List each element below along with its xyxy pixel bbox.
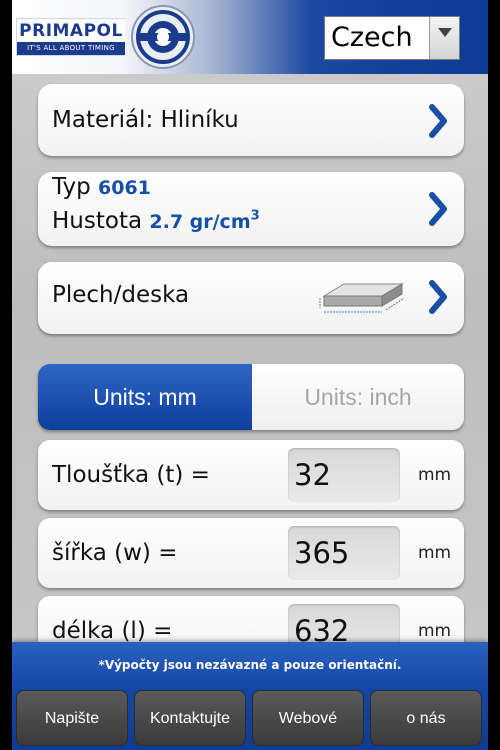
footer-bar: *Výpočty jsou nezávazné a pouze orientač… <box>12 642 488 750</box>
thickness-row: Tloušťka (t) = 32 mm <box>38 440 464 510</box>
density-value: 2.7 gr/cm <box>149 211 251 233</box>
alloy-type-row[interactable]: Typ 6061 Hustota 2.7 gr/cm3 <box>38 172 464 246</box>
width-input[interactable]: 365 <box>288 526 400 580</box>
primapol-logo: PRIMAPOL IT'S ALL ABOUT TIMING <box>16 18 125 56</box>
type-value: 6061 <box>98 177 151 199</box>
shape-label: Plech/deska <box>52 282 190 308</box>
width-label: šířka (w) = <box>52 540 178 566</box>
logo-tagline: IT'S ALL ABOUT TIMING <box>17 42 125 55</box>
units-mm-tab[interactable]: Units: mm <box>38 364 252 430</box>
width-row: šířka (w) = 365 mm <box>38 518 464 588</box>
chevron-right-icon <box>429 280 447 314</box>
material-label: Materiál: Hliníku <box>52 107 239 133</box>
chevron-down-icon <box>437 28 452 37</box>
about-button[interactable]: o nás <box>370 690 482 746</box>
chevron-right-icon <box>429 104 447 138</box>
language-select[interactable]: Czech <box>324 16 460 60</box>
shape-selector-row[interactable]: Plech/deska <box>38 262 464 334</box>
type-label: Typ <box>52 174 91 200</box>
web-button[interactable]: Webové <box>252 690 364 746</box>
thickness-input[interactable]: 32 <box>288 448 400 502</box>
density-label: Hustota <box>52 208 143 234</box>
logo-name: PRIMAPOL <box>17 20 125 42</box>
units-inch-tab[interactable]: Units: inch <box>252 364 464 430</box>
timing-emblem-icon <box>131 5 195 69</box>
density-exponent: 3 <box>250 208 260 224</box>
chevron-right-icon <box>429 192 447 226</box>
language-dropdown-button[interactable] <box>429 17 459 59</box>
units-toggle: Units: mm Units: inch <box>38 364 464 430</box>
write-button[interactable]: Napište <box>16 690 128 746</box>
thickness-label: Tloušťka (t) = <box>52 462 210 488</box>
app-screen: PRIMAPOL IT'S ALL ABOUT TIMING Czech Mat… <box>12 0 488 750</box>
contact-button[interactable]: Kontaktujte <box>134 690 246 746</box>
type-line: Typ 6061 <box>52 174 151 200</box>
plate-shape-icon <box>319 283 405 313</box>
material-selector-row[interactable]: Materiál: Hliníku <box>38 84 464 156</box>
app-header: PRIMAPOL IT'S ALL ABOUT TIMING Czech <box>12 0 488 74</box>
disclaimer-text: *Výpočty jsou nezávazné a pouze orientač… <box>98 658 402 672</box>
density-line: Hustota 2.7 gr/cm3 <box>52 208 260 234</box>
language-value: Czech <box>331 22 413 53</box>
width-unit: mm <box>418 543 452 563</box>
thickness-unit: mm <box>418 465 452 485</box>
